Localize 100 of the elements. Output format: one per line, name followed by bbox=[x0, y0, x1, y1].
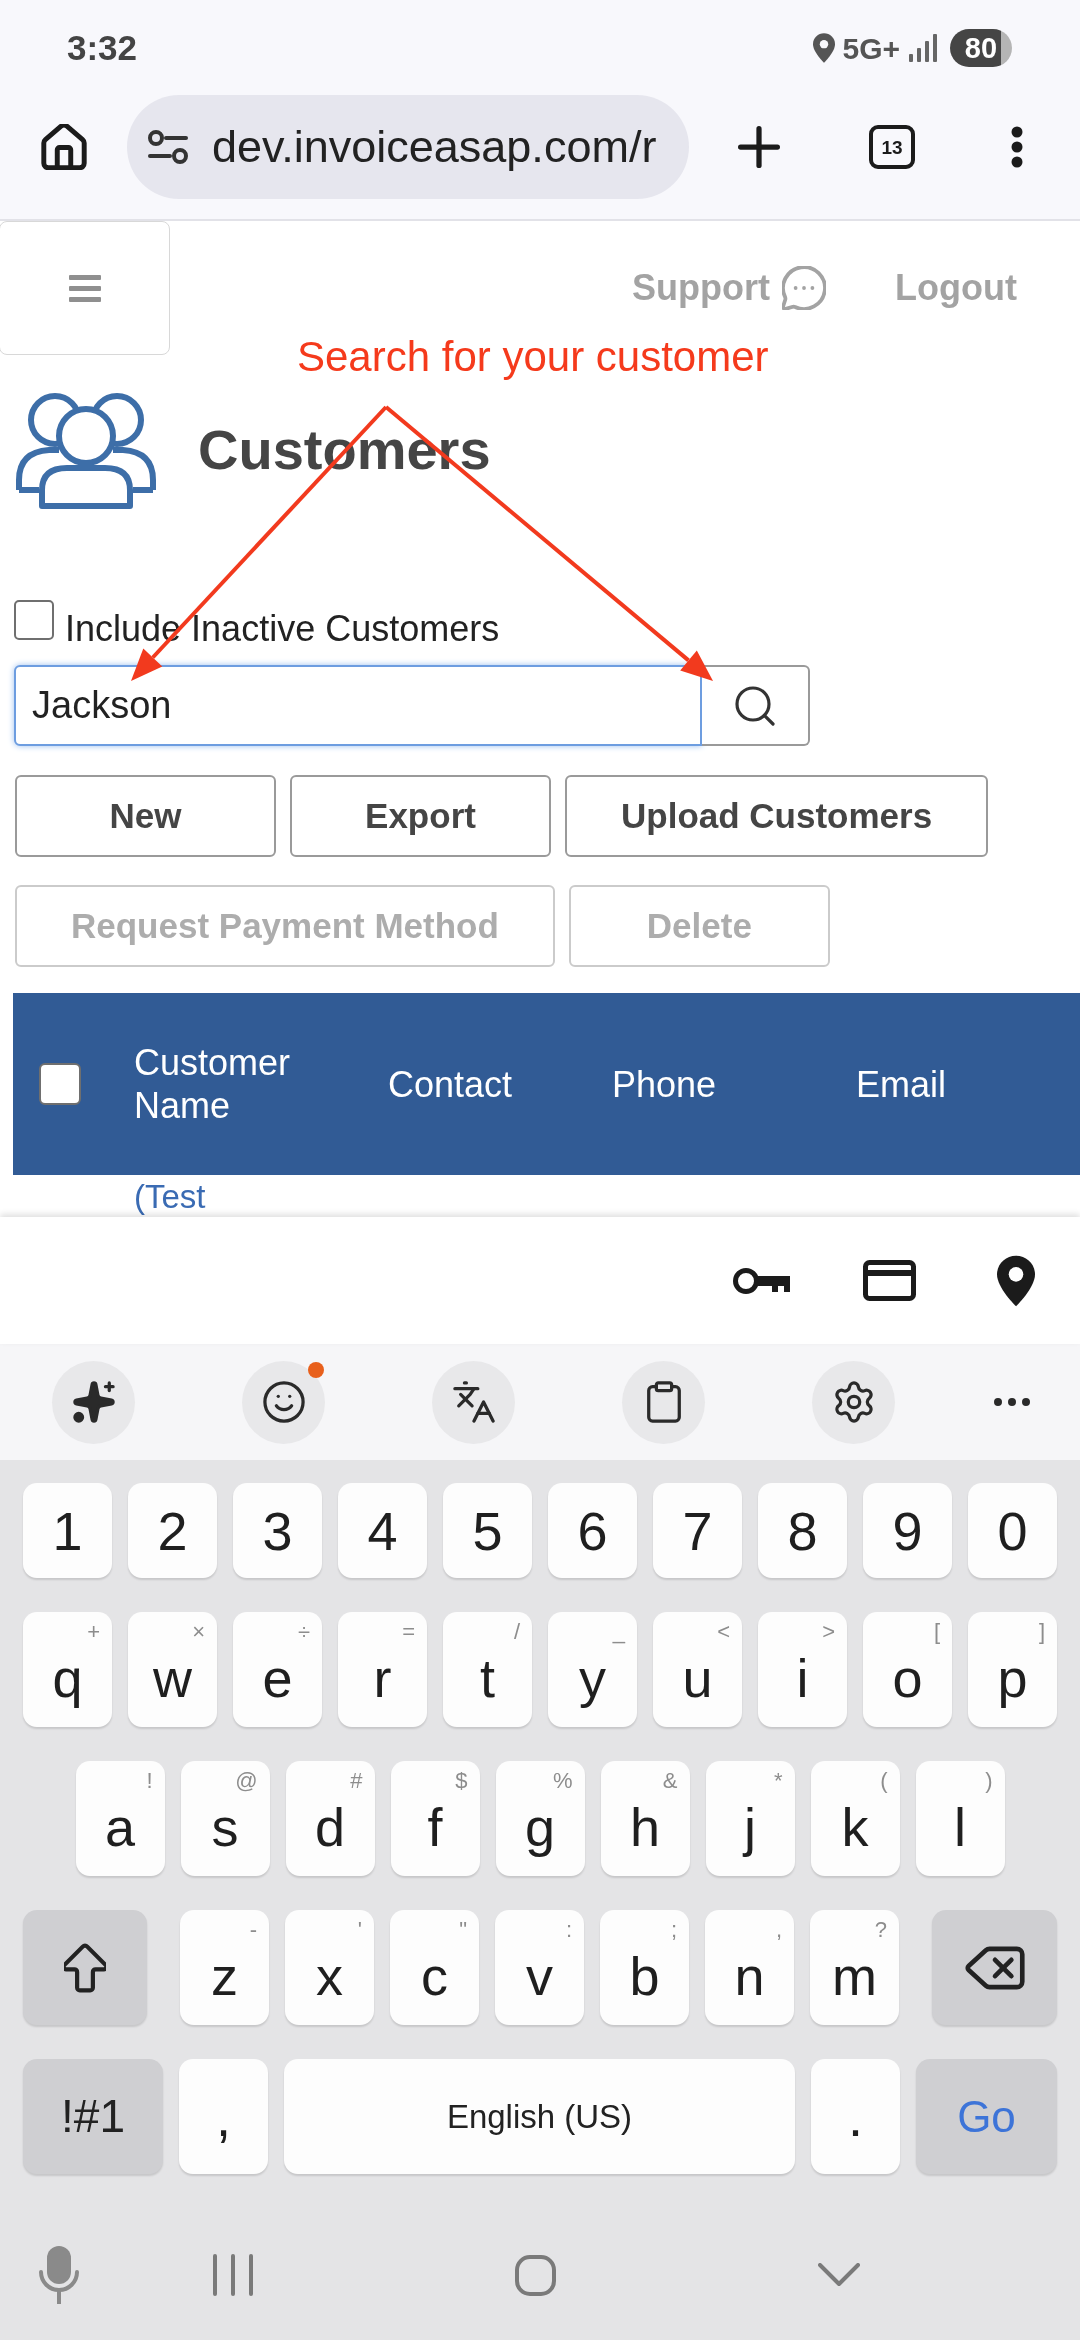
search-button[interactable] bbox=[702, 665, 810, 746]
keyboard-key[interactable]: k ( bbox=[810, 1761, 900, 1876]
keyboard-key[interactable]: c " bbox=[390, 1910, 479, 2025]
tab-switcher-button[interactable]: 13 bbox=[869, 125, 915, 169]
keyboard-key[interactable]: 4 bbox=[338, 1483, 427, 1578]
keyboard-key[interactable]: z - bbox=[180, 1910, 269, 2025]
keyboard-key[interactable]: v : bbox=[495, 1910, 584, 2025]
key-hint: ? bbox=[874, 1919, 887, 1941]
key-hint: + bbox=[87, 1621, 100, 1643]
credit-card-icon[interactable] bbox=[863, 1260, 916, 1301]
keyboard-key[interactable]: y _ bbox=[548, 1612, 637, 1727]
location-pin-icon[interactable] bbox=[997, 1254, 1035, 1307]
more-menu-icon[interactable] bbox=[1011, 126, 1023, 168]
keyboard-key[interactable]: n , bbox=[705, 1910, 794, 2025]
key-hint: ; bbox=[670, 1919, 677, 1941]
keyboard-key[interactable]: o [ bbox=[863, 1612, 952, 1727]
include-inactive-label: Include Inactive Customers bbox=[65, 608, 500, 650]
keyboard-key[interactable]: 7 bbox=[653, 1483, 742, 1578]
keyboard-key[interactable]: q + bbox=[23, 1612, 112, 1727]
keyboard-key[interactable]: , bbox=[179, 2059, 268, 2174]
keyboard-key[interactable]: 6 bbox=[548, 1483, 637, 1578]
keyboard-key[interactable]: 2 bbox=[128, 1483, 217, 1578]
new-tab-icon[interactable] bbox=[738, 126, 780, 168]
keyboard-key[interactable]: . bbox=[811, 2059, 900, 2174]
microphone-icon[interactable] bbox=[38, 2246, 80, 2304]
shift-key[interactable] bbox=[23, 1910, 147, 2025]
chevron-down-icon[interactable] bbox=[818, 2263, 860, 2287]
keyboard-key[interactable]: i > bbox=[758, 1612, 847, 1727]
keyboard-key[interactable]: s @ bbox=[180, 1761, 270, 1876]
key-hint: ] bbox=[1038, 1621, 1045, 1643]
keyboard-key[interactable]: l ) bbox=[915, 1761, 1005, 1876]
select-all-checkbox[interactable] bbox=[39, 1063, 81, 1105]
key-hint: [ bbox=[933, 1621, 940, 1643]
keyboard-key[interactable]: f $ bbox=[390, 1761, 480, 1876]
key-hint: @ bbox=[235, 1770, 258, 1792]
home-button-icon[interactable] bbox=[515, 2254, 556, 2296]
key-hint: ) bbox=[985, 1770, 993, 1792]
backspace-icon bbox=[964, 1945, 1025, 1990]
key-hint: $ bbox=[455, 1770, 468, 1792]
search-field[interactable]: Jackson bbox=[14, 665, 702, 746]
address-bar[interactable]: dev.invoiceasap.com/r bbox=[127, 95, 689, 199]
keyboard-key[interactable]: h & bbox=[600, 1761, 690, 1876]
key-icon[interactable] bbox=[732, 1266, 792, 1295]
action-button[interactable]: New bbox=[15, 775, 276, 857]
more-icon[interactable] bbox=[993, 1398, 1031, 1406]
keyboard-key[interactable]: t / bbox=[443, 1612, 532, 1727]
key-hint: ( bbox=[880, 1770, 888, 1792]
keyboard-key[interactable]: 0 bbox=[968, 1483, 1057, 1578]
keyboard-key[interactable]: m ? bbox=[810, 1910, 899, 2025]
shift-icon bbox=[64, 1942, 106, 1993]
column-header: Customer Name bbox=[134, 1041, 292, 1127]
keyboard-key[interactable]: w × bbox=[128, 1612, 217, 1727]
keyboard-key[interactable]: 8 bbox=[758, 1483, 847, 1578]
keyboard-key[interactable]: g % bbox=[495, 1761, 585, 1876]
key-hint: : bbox=[565, 1919, 572, 1941]
url-text: dev.invoiceasap.com/r bbox=[212, 120, 657, 175]
key-hint: / bbox=[513, 1621, 520, 1643]
keyboard-key[interactable]: d # bbox=[285, 1761, 375, 1876]
keyboard-key[interactable]: 5 bbox=[443, 1483, 532, 1578]
spacebar[interactable]: English (US) bbox=[284, 2059, 795, 2174]
key-hint: × bbox=[192, 1621, 205, 1643]
keyboard-key[interactable]: 3 bbox=[233, 1483, 322, 1578]
keyboard-key[interactable]: j * bbox=[705, 1761, 795, 1876]
action-button[interactable]: Upload Customers bbox=[565, 775, 989, 857]
hamburger-menu-icon bbox=[68, 274, 101, 302]
keyboard-key[interactable]: b ; bbox=[600, 1910, 689, 2025]
symbols-key[interactable]: !#1 bbox=[23, 2059, 163, 2174]
key-hint: ! bbox=[146, 1770, 153, 1792]
keyboard-key[interactable]: u < bbox=[653, 1612, 742, 1727]
menu-button[interactable] bbox=[0, 221, 170, 355]
column-header: Phone bbox=[612, 1062, 717, 1106]
annotation-text: Search for your customer bbox=[297, 332, 769, 382]
network-type: 5G+ bbox=[842, 30, 900, 67]
location-icon bbox=[813, 33, 836, 63]
key-hint: % bbox=[552, 1770, 573, 1792]
key-hint: < bbox=[717, 1621, 730, 1643]
key-hint: _ bbox=[612, 1621, 625, 1643]
key-hint: & bbox=[662, 1770, 678, 1792]
key-hint: - bbox=[249, 1919, 257, 1941]
signal-icon bbox=[909, 34, 937, 62]
keyboard-key[interactable]: 9 bbox=[863, 1483, 952, 1578]
key-hint: , bbox=[775, 1919, 782, 1941]
users-icon bbox=[15, 390, 157, 510]
backspace-key[interactable] bbox=[932, 1910, 1057, 2025]
battery-level: 80 bbox=[950, 29, 1012, 67]
keyboard-key[interactable]: 1 bbox=[23, 1483, 112, 1578]
key-hint: = bbox=[402, 1621, 415, 1643]
key-hint: > bbox=[822, 1621, 835, 1643]
column-header: Contact bbox=[388, 1062, 513, 1106]
home-icon[interactable] bbox=[41, 124, 87, 170]
keyboard-key[interactable]: x ' bbox=[285, 1910, 374, 2025]
keyboard-key[interactable]: a ! bbox=[75, 1761, 165, 1876]
recent-apps-icon[interactable] bbox=[213, 2254, 253, 2296]
chat-icon bbox=[782, 266, 827, 310]
keyboard-key[interactable]: e ÷ bbox=[233, 1612, 322, 1727]
site-settings-icon[interactable] bbox=[148, 130, 188, 164]
keyboard-key[interactable]: r = bbox=[338, 1612, 427, 1727]
customer-name-link[interactable]: (Test bbox=[134, 1178, 206, 1215]
action-button[interactable]: Export bbox=[290, 775, 551, 857]
keyboard-key[interactable]: p ] bbox=[968, 1612, 1057, 1727]
